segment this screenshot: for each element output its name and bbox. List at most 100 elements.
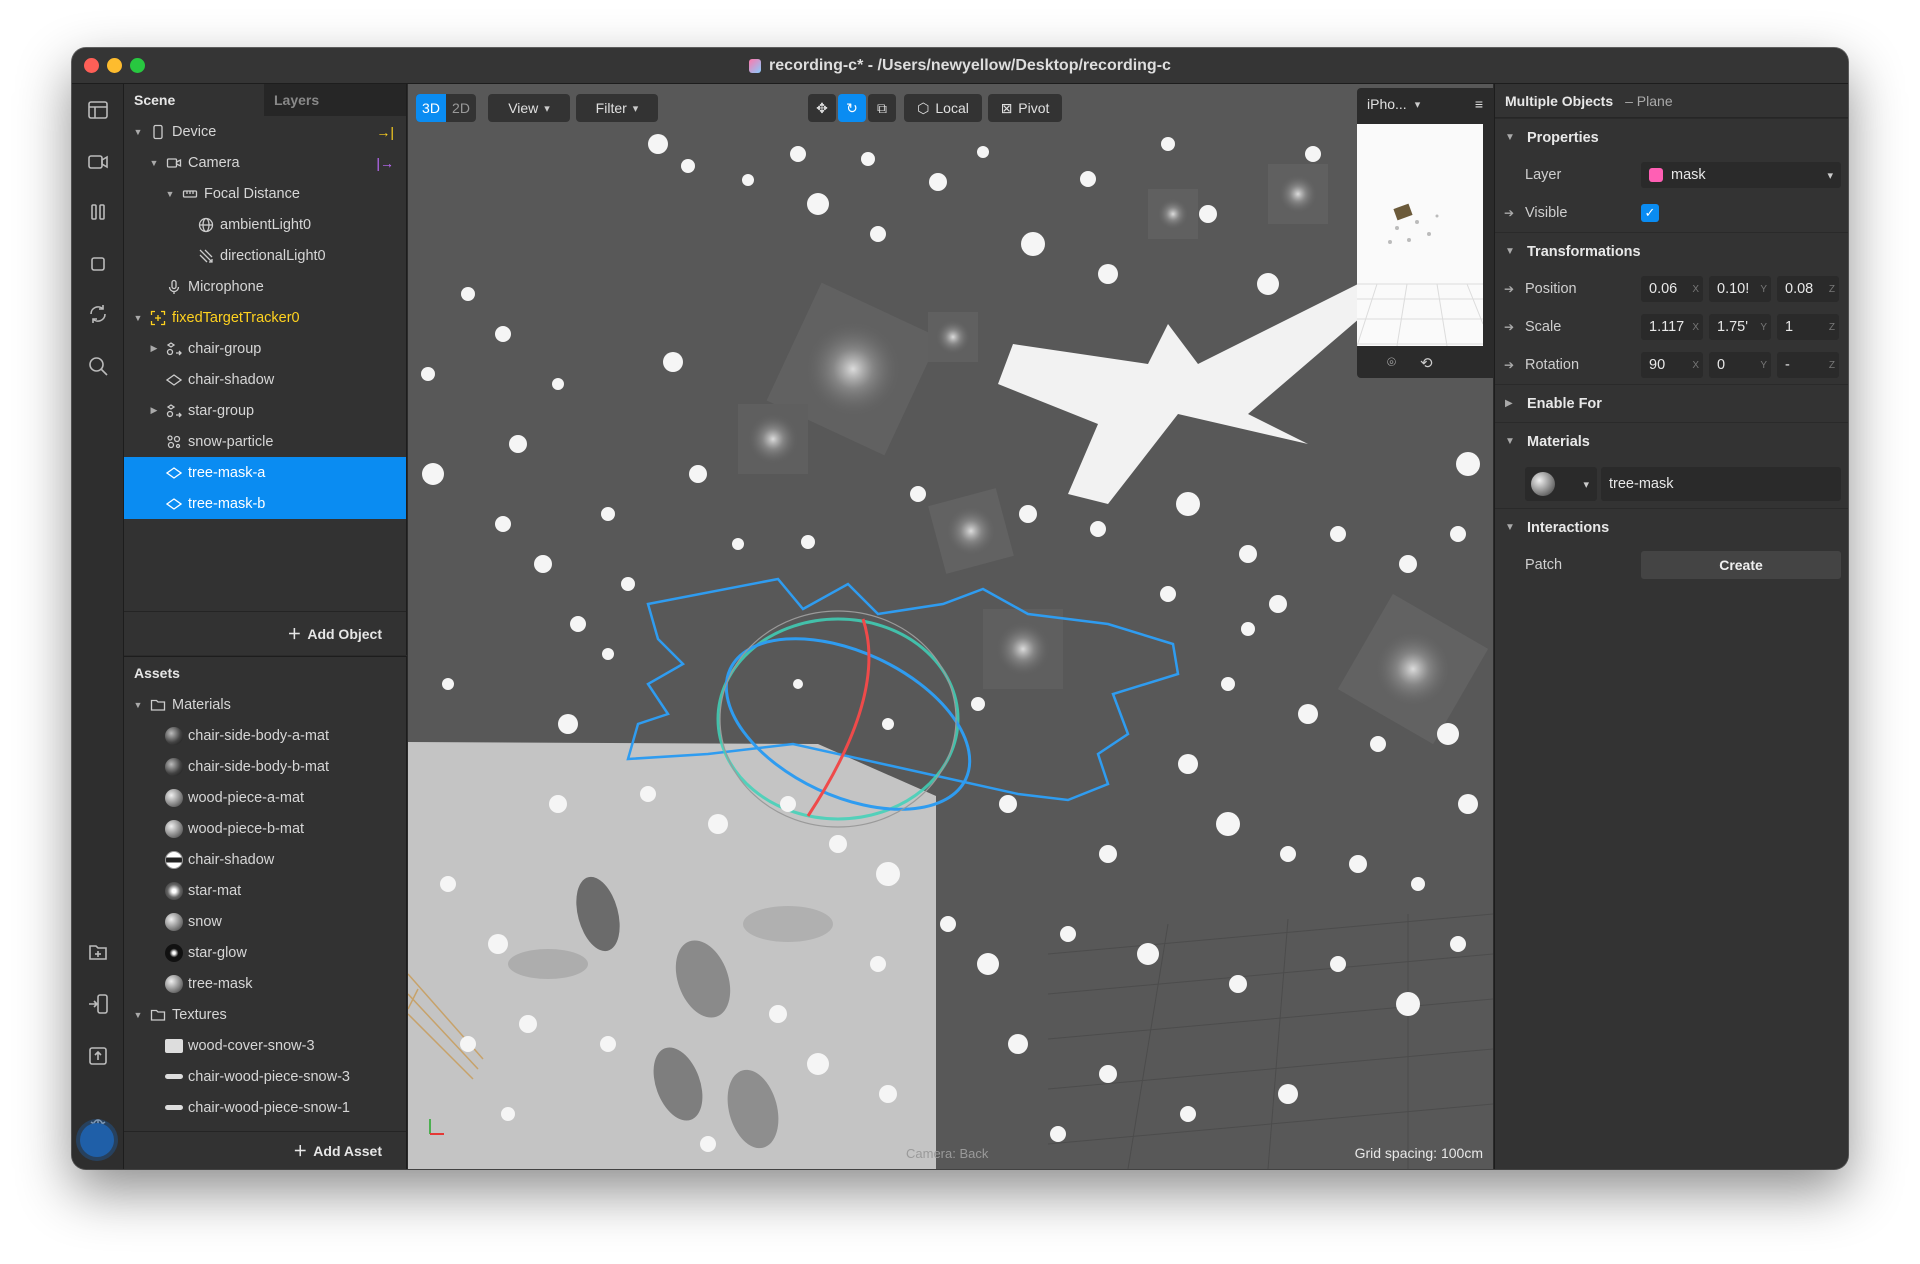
- link-arrow-icon[interactable]: ➔: [1495, 358, 1517, 372]
- mode-2d-button[interactable]: 2D: [446, 94, 476, 122]
- expand-arrow-icon[interactable]: ▶: [1505, 398, 1527, 409]
- material-name-field[interactable]: tree-mask: [1601, 467, 1841, 501]
- section-transformations[interactable]: ▼ Transformations: [1495, 232, 1848, 270]
- expand-arrow-icon[interactable]: ▼: [132, 700, 144, 710]
- tree-item-star-group[interactable]: ▶ star-group: [124, 395, 406, 426]
- section-label: Properties: [1527, 129, 1599, 146]
- section-materials[interactable]: ▼ Materials: [1495, 422, 1848, 460]
- status-avatar[interactable]: [80, 1123, 114, 1157]
- asset-material[interactable]: snow: [124, 906, 406, 937]
- send-to-device-icon[interactable]: [86, 992, 110, 1016]
- rotation-y-field[interactable]: 0Y: [1709, 352, 1771, 378]
- local-toggle-button[interactable]: ⬡ Local: [904, 94, 982, 122]
- chevron-down-icon[interactable]: ▾: [1415, 98, 1421, 111]
- stop-icon[interactable]: [86, 252, 110, 276]
- position-z-field[interactable]: 0.08 Z: [1777, 276, 1839, 302]
- tree-item-ambientlight0[interactable]: ambientLight0: [124, 209, 406, 240]
- add-asset-button[interactable]: ＋ Add Asset: [124, 1131, 406, 1169]
- video-icon[interactable]: [86, 150, 110, 174]
- menu-icon[interactable]: ≡: [1475, 96, 1483, 112]
- rotation-x-field[interactable]: 90 X: [1641, 352, 1703, 378]
- camera-link-icon[interactable]: |→: [376, 155, 394, 171]
- tree-item-directionallight0[interactable]: directionalLight0: [124, 240, 406, 271]
- rotation-z-field[interactable]: -Z: [1777, 352, 1839, 378]
- tree-item-tree-mask-a[interactable]: tree-mask-a: [124, 457, 406, 488]
- section-enable-for[interactable]: ▶ Enable For: [1495, 384, 1848, 422]
- layout-icon[interactable]: [86, 98, 110, 122]
- tree-item-focal-distance[interactable]: ▼ Focal Distance: [124, 178, 406, 209]
- expand-arrow-icon[interactable]: ▶: [148, 405, 160, 416]
- expand-arrow-icon[interactable]: ▼: [132, 313, 144, 323]
- collapse-arrow-icon[interactable]: ▼: [1505, 246, 1527, 257]
- link-arrow-icon[interactable]: ➔: [1495, 320, 1517, 334]
- tree-item-tree-mask-b[interactable]: tree-mask-b: [124, 488, 406, 519]
- tree-item-device[interactable]: ▼ Device →|: [124, 116, 406, 147]
- asset-label: wood-cover-snow-3: [188, 1037, 315, 1054]
- device-select[interactable]: iPho...: [1367, 96, 1407, 112]
- expand-arrow-icon[interactable]: ▼: [132, 127, 144, 137]
- export-icon[interactable]: [86, 1044, 110, 1068]
- asset-material[interactable]: chair-side-body-b-mat: [124, 751, 406, 782]
- asset-material[interactable]: wood-piece-a-mat: [124, 782, 406, 813]
- search-icon[interactable]: [86, 354, 110, 378]
- asset-material[interactable]: chair-shadow: [124, 844, 406, 875]
- asset-material[interactable]: chair-side-body-a-mat: [124, 720, 406, 751]
- scale-x-field[interactable]: 1.117 X: [1641, 314, 1703, 340]
- move-tool-button[interactable]: ✥: [808, 94, 836, 122]
- collapse-arrow-icon[interactable]: ▼: [1505, 522, 1527, 533]
- screenshot-icon[interactable]: ⌾: [1387, 354, 1396, 372]
- view-dropdown[interactable]: View ▾: [488, 94, 570, 122]
- scale-y-field[interactable]: 1.75' Y: [1709, 314, 1771, 340]
- link-arrow-icon[interactable]: ➔: [1495, 282, 1517, 296]
- expand-arrow-icon[interactable]: ▼: [132, 1010, 144, 1020]
- tree-item-chair-shadow[interactable]: chair-shadow: [124, 364, 406, 395]
- scale-z-field[interactable]: 1Z: [1777, 314, 1839, 340]
- minimize-window-button[interactable]: [107, 58, 122, 73]
- asset-texture[interactable]: wood-cover-snow-3: [124, 1030, 406, 1061]
- collapse-arrow-icon[interactable]: ▼: [1505, 436, 1527, 447]
- section-interactions[interactable]: ▼ Interactions: [1495, 508, 1848, 546]
- tree-item-snow-particle[interactable]: snow-particle: [124, 426, 406, 457]
- pause-icon[interactable]: [86, 200, 110, 224]
- expand-arrow-icon[interactable]: ▼: [164, 189, 176, 199]
- zoom-window-button[interactable]: [130, 58, 145, 73]
- layer-dropdown[interactable]: mask ▾: [1641, 162, 1841, 188]
- asset-material[interactable]: star-mat: [124, 875, 406, 906]
- tree-item-chair-group[interactable]: ▶ chair-group: [124, 333, 406, 364]
- visible-checkbox[interactable]: ✓: [1641, 204, 1659, 222]
- section-properties[interactable]: ▼ Properties: [1495, 118, 1848, 156]
- mode-3d-button[interactable]: 3D: [416, 94, 446, 122]
- scene-viewport[interactable]: 3D 2D View ▾ Filter ▾ ✥ ↻ ⧉ ⬡ Local ⊠ Pi…: [408, 84, 1493, 1169]
- tab-scene[interactable]: Scene: [124, 84, 264, 116]
- add-asset-rail-icon[interactable]: [86, 940, 110, 964]
- add-object-button[interactable]: ＋ Add Object: [124, 611, 406, 655]
- rotate-tool-button[interactable]: ↻: [838, 94, 866, 122]
- position-x-field[interactable]: 0.06 X: [1641, 276, 1703, 302]
- filter-dropdown[interactable]: Filter ▾: [576, 94, 658, 122]
- create-patch-button[interactable]: Create: [1641, 551, 1841, 579]
- asset-material[interactable]: star-glow: [124, 937, 406, 968]
- folder-textures[interactable]: ▼ Textures: [124, 999, 406, 1030]
- asset-material[interactable]: tree-mask: [124, 968, 406, 999]
- rotate-device-icon[interactable]: ⟲: [1420, 354, 1433, 372]
- expand-arrow-icon[interactable]: ▶: [148, 343, 160, 354]
- link-arrow-icon[interactable]: ➔: [1495, 206, 1517, 220]
- refresh-icon[interactable]: [86, 302, 110, 326]
- tree-item-camera[interactable]: ▼ Camera |→: [124, 147, 406, 178]
- collapse-arrow-icon[interactable]: ▼: [1505, 132, 1527, 143]
- tree-item-fixedtargettracker0[interactable]: ▼ fixedTargetTracker0: [124, 302, 406, 333]
- folder-materials[interactable]: ▼ Materials: [124, 689, 406, 720]
- viewport-canvas[interactable]: [408, 84, 1493, 1169]
- tree-item-microphone[interactable]: Microphone: [124, 271, 406, 302]
- link-arrow-icon[interactable]: →|: [376, 124, 394, 140]
- position-y-field[interactable]: 0.10! Y: [1709, 276, 1771, 302]
- tab-layers[interactable]: Layers: [264, 84, 404, 116]
- pivot-toggle-button[interactable]: ⊠ Pivot: [988, 94, 1062, 122]
- expand-arrow-icon[interactable]: ▼: [148, 158, 160, 168]
- asset-material[interactable]: wood-piece-b-mat: [124, 813, 406, 844]
- material-picker[interactable]: ▾: [1525, 467, 1597, 501]
- scale-tool-button[interactable]: ⧉: [868, 94, 896, 122]
- asset-texture[interactable]: chair-wood-piece-snow-3: [124, 1061, 406, 1092]
- close-window-button[interactable]: [84, 58, 99, 73]
- asset-texture[interactable]: chair-wood-piece-snow-1: [124, 1092, 406, 1123]
